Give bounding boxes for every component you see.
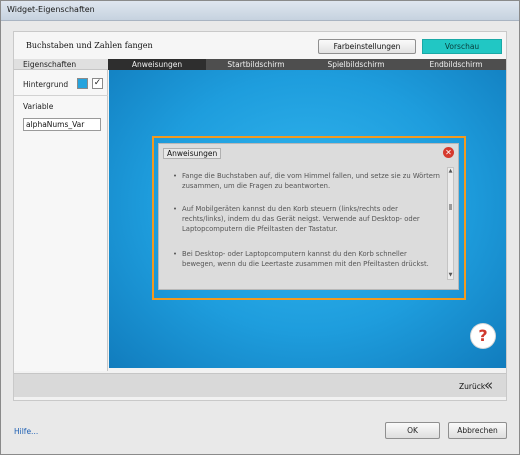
dialog-title: Anweisungen bbox=[163, 148, 222, 159]
help-link[interactable]: Hilfe... bbox=[14, 427, 38, 436]
tab-game-screen[interactable]: Spielbildschirm bbox=[306, 59, 406, 70]
instructions-dialog: Anweisungen ✕ • Fange die Buchstaben auf… bbox=[158, 143, 459, 290]
scroll-thumb[interactable] bbox=[449, 204, 452, 210]
cancel-button[interactable]: Abbrechen bbox=[448, 422, 507, 439]
double-chevron-left-icon[interactable]: « bbox=[484, 377, 493, 393]
tab-instructions[interactable]: Anweisungen bbox=[108, 59, 206, 70]
scroll-up-icon[interactable]: ▲ bbox=[448, 168, 453, 175]
instruction-item: • Fange die Buchstaben auf, die vom Himm… bbox=[173, 172, 440, 190]
background-label: Hintergrund bbox=[23, 80, 69, 89]
variable-input[interactable]: alphaNums_Var bbox=[23, 118, 101, 131]
properties-sidebar: Eigenschaften Hintergrund ✓ Variable alp… bbox=[14, 59, 108, 371]
properties-heading: Eigenschaften bbox=[14, 59, 108, 70]
screen-tabs: Anweisungen Startbildschirm Spielbildsch… bbox=[108, 59, 506, 70]
help-icon[interactable]: ? bbox=[471, 324, 495, 348]
variable-label: Variable bbox=[23, 102, 54, 111]
widget-properties-window: Widget-Eigenschaften Buchstaben und Zahl… bbox=[0, 0, 520, 455]
background-checkbox[interactable]: ✓ bbox=[92, 78, 103, 89]
sidebar-divider bbox=[14, 95, 108, 96]
widget-title: Buchstaben und Zahlen fangen bbox=[26, 41, 153, 50]
bullet-icon: • bbox=[173, 172, 178, 180]
close-icon[interactable]: ✕ bbox=[443, 147, 454, 158]
bullet-icon: • bbox=[173, 250, 178, 258]
background-color-swatch[interactable] bbox=[77, 78, 88, 89]
preview-button[interactable]: Vorschau bbox=[422, 39, 502, 54]
editor-header: Buchstaben und Zahlen fangen Farbeinstel… bbox=[14, 32, 506, 59]
scroll-down-icon[interactable]: ▼ bbox=[448, 272, 453, 279]
color-settings-button[interactable]: Farbeinstellungen bbox=[318, 39, 416, 54]
back-label[interactable]: Zurück bbox=[459, 382, 485, 391]
navigation-bar: Zurück « bbox=[14, 373, 506, 397]
dialog-body: • Fange die Buchstaben auf, die vom Himm… bbox=[163, 164, 446, 285]
dialog-scrollbar[interactable]: ▲ ▼ bbox=[447, 167, 454, 280]
instruction-item: • Bei Desktop- oder Laptopcomputern kann… bbox=[173, 250, 429, 268]
ok-button[interactable]: OK bbox=[385, 422, 440, 439]
preview-canvas: Anweisungen ✕ • Fange die Buchstaben auf… bbox=[109, 70, 506, 368]
instruction-item: • Auf Mobilgeräten kannst du den Korb st… bbox=[173, 205, 420, 233]
window-title: Widget-Eigenschaften bbox=[7, 5, 95, 14]
tab-start-screen[interactable]: Startbildschirm bbox=[206, 59, 306, 70]
tab-end-screen[interactable]: Endbildschirm bbox=[406, 59, 506, 70]
bullet-icon: • bbox=[173, 205, 178, 213]
title-bar[interactable]: Widget-Eigenschaften bbox=[1, 1, 519, 21]
widget-editor-panel: Buchstaben und Zahlen fangen Farbeinstel… bbox=[13, 31, 507, 401]
